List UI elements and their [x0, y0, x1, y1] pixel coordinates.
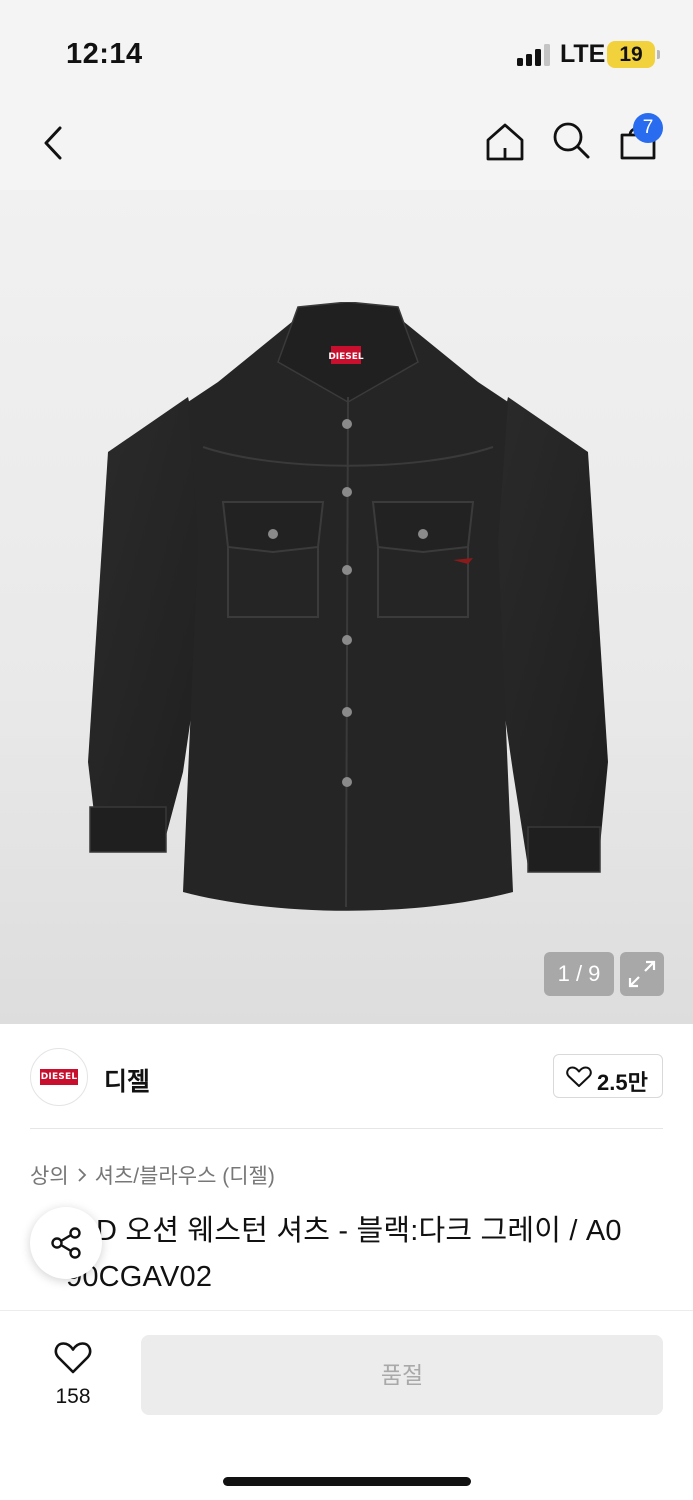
status-time: 12:14: [66, 38, 143, 70]
heart-icon: [54, 1342, 92, 1374]
shirt-image: DIESEL: [88, 302, 608, 911]
brand-logo[interactable]: DIESEL: [30, 1048, 88, 1106]
share-button[interactable]: [30, 1207, 102, 1279]
brand-like-button[interactable]: 2.5만: [553, 1054, 663, 1098]
brand-logo-mark: DIESEL: [40, 1069, 78, 1085]
network-label: LTE: [560, 40, 606, 68]
top-navigation: [0, 100, 693, 190]
status-bar: 12:14 LTE 19: [0, 0, 693, 100]
divider: [30, 1128, 663, 1129]
signal-icon: [517, 44, 550, 66]
brand-row: DIESEL 디젤 2.5만: [0, 1024, 693, 1130]
wishlist-button[interactable]: 158: [36, 1333, 110, 1413]
search-icon[interactable]: [549, 118, 593, 162]
breadcrumb-subcategory[interactable]: 셔츠/블라우스 (디젤): [95, 1160, 275, 1190]
home-icon[interactable]: [483, 120, 527, 164]
product-title-line-1: D 오션 웨스턴 셔츠 - 블랙:다크 그레이 / A0: [96, 1215, 622, 1247]
brand-like-count: 2.5만: [597, 1070, 648, 1095]
expand-icon[interactable]: [620, 952, 664, 996]
chevron-left-icon[interactable]: [36, 120, 72, 166]
brand-name[interactable]: 디젤: [104, 1062, 150, 1098]
shirt-label-text: DIESEL: [328, 352, 364, 362]
home-indicator: [223, 1477, 471, 1486]
chevron-right-icon: [78, 1168, 86, 1182]
product-image[interactable]: DIESEL: [0, 190, 693, 1024]
battery-indicator: 19: [607, 41, 660, 68]
soldout-button[interactable]: 품절: [141, 1335, 663, 1415]
image-counter: 1 / 9: [544, 952, 614, 996]
product-title: D 오션 웨스턴 셔츠 - 블랙:다크 그레이 / A0 90CGAV02: [30, 1208, 670, 1300]
product-title-line-2: 90CGAV02: [66, 1261, 213, 1293]
breadcrumb: 상의 셔츠/블라우스 (디젤): [30, 1160, 275, 1190]
heart-outline-icon: [566, 1066, 592, 1087]
wishlist-count: 158: [55, 1385, 91, 1408]
bottom-action-bar: 158 품절: [0, 1310, 693, 1500]
share-icon: [51, 1227, 81, 1259]
cart-count-badge: 7: [633, 113, 663, 143]
breadcrumb-category[interactable]: 상의: [30, 1160, 69, 1190]
